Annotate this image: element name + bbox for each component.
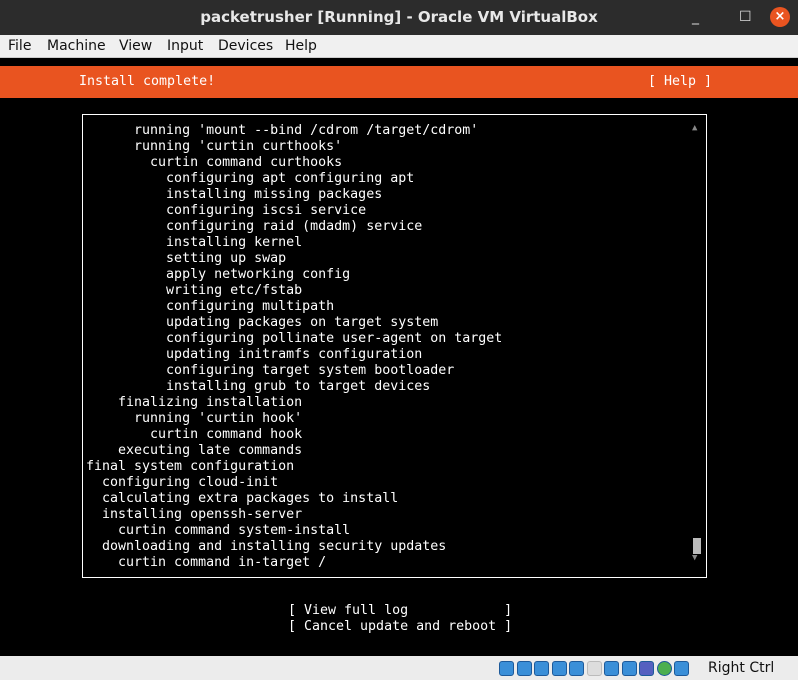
help-button[interactable]: [ Help ] — [648, 74, 712, 89]
log-line: executing late commands — [86, 443, 303, 458]
mouse-integration-icon[interactable] — [656, 661, 672, 676]
log-line: running 'curtin curthooks' — [86, 139, 343, 154]
keyboard-capture-icon[interactable] — [674, 661, 689, 676]
menu-input[interactable]: Input — [167, 38, 203, 54]
host-key-label: Right Ctrl — [708, 660, 775, 676]
log-scrollbar[interactable]: ▲ ▼ — [692, 123, 702, 563]
header-title: Install complete! — [79, 74, 216, 89]
log-line: finalizing installation — [86, 395, 303, 410]
menu-machine[interactable]: Machine — [47, 38, 106, 54]
log-line: configuring raid (mdadm) service — [86, 219, 423, 234]
log-line: configuring iscsi service — [86, 203, 367, 218]
audio-icon[interactable] — [534, 661, 549, 676]
window-title: packetrusher [Running] - Oracle VM Virtu… — [200, 8, 598, 26]
log-line: installing grub to target devices — [86, 379, 431, 394]
cpu-indicator-icon[interactable] — [639, 661, 654, 676]
log-line: calculating extra packages to install — [86, 491, 399, 506]
menu-help[interactable]: Help — [285, 38, 317, 54]
maximize-button[interactable]: ☐ — [739, 0, 752, 35]
log-line: configuring cloud-init — [86, 475, 279, 490]
menu-devices[interactable]: Devices — [218, 38, 273, 54]
log-line: setting up swap — [86, 251, 287, 266]
scroll-up-icon[interactable]: ▲ — [692, 123, 697, 133]
log-line: configuring multipath — [86, 299, 335, 314]
log-line: downloading and installing security upda… — [86, 539, 447, 554]
installer-header: Install complete! [ Help ] — [0, 66, 798, 98]
log-line: installing openssh-server — [86, 507, 303, 522]
log-line: writing etc/fstab — [86, 283, 303, 298]
optical-drive-icon[interactable] — [516, 661, 532, 676]
log-line: updating packages on target system — [86, 315, 439, 330]
log-line: curtin command in-target / — [86, 555, 327, 570]
log-line: installing kernel — [86, 235, 303, 250]
usb-icon[interactable] — [569, 661, 584, 676]
log-line: apply networking config — [86, 267, 351, 282]
window-titlebar: packetrusher [Running] - Oracle VM Virtu… — [0, 0, 798, 35]
log-line: curtin command curthooks — [86, 155, 343, 170]
install-log: running 'mount --bind /cdrom /target/cdr… — [82, 114, 707, 578]
log-line: updating initramfs configuration — [86, 347, 423, 362]
log-line: running 'mount --bind /cdrom /target/cdr… — [86, 123, 479, 138]
view-full-log-button[interactable]: [ View full log ] — [288, 603, 512, 618]
network-icon[interactable] — [551, 661, 567, 676]
cancel-update-reboot-button[interactable]: [ Cancel update and reboot ] — [288, 619, 512, 634]
log-line: final system configuration — [86, 459, 295, 474]
shared-folders-icon[interactable] — [586, 661, 602, 676]
log-line: installing missing packages — [86, 187, 383, 202]
log-line: configuring target system bootloader — [86, 363, 455, 378]
menu-file[interactable]: File — [8, 38, 31, 54]
log-line: curtin command system-install — [86, 523, 351, 538]
log-lines: running 'mount --bind /cdrom /target/cdr… — [86, 123, 502, 571]
log-line: configuring apt configuring apt — [86, 171, 415, 186]
status-bar: Right Ctrl — [0, 656, 798, 680]
vm-screen[interactable]: Install complete! [ Help ] running 'moun… — [0, 58, 798, 656]
scroll-down-icon[interactable]: ▼ — [692, 553, 697, 563]
log-line: configuring pollinate user-agent on targ… — [86, 331, 503, 346]
menu-bar: File Machine View Input Devices Help — [0, 35, 798, 58]
close-button[interactable]: × — [770, 7, 790, 27]
log-line: curtin command hook — [86, 427, 303, 442]
display-icon[interactable] — [604, 661, 619, 676]
minimize-button[interactable]: _ — [692, 0, 699, 35]
screen-capture-icon[interactable] — [621, 661, 637, 676]
scroll-thumb[interactable] — [693, 538, 701, 554]
menu-view[interactable]: View — [119, 38, 152, 54]
hard-disk-icon[interactable] — [499, 661, 514, 676]
log-line: running 'curtin hook' — [86, 411, 303, 426]
